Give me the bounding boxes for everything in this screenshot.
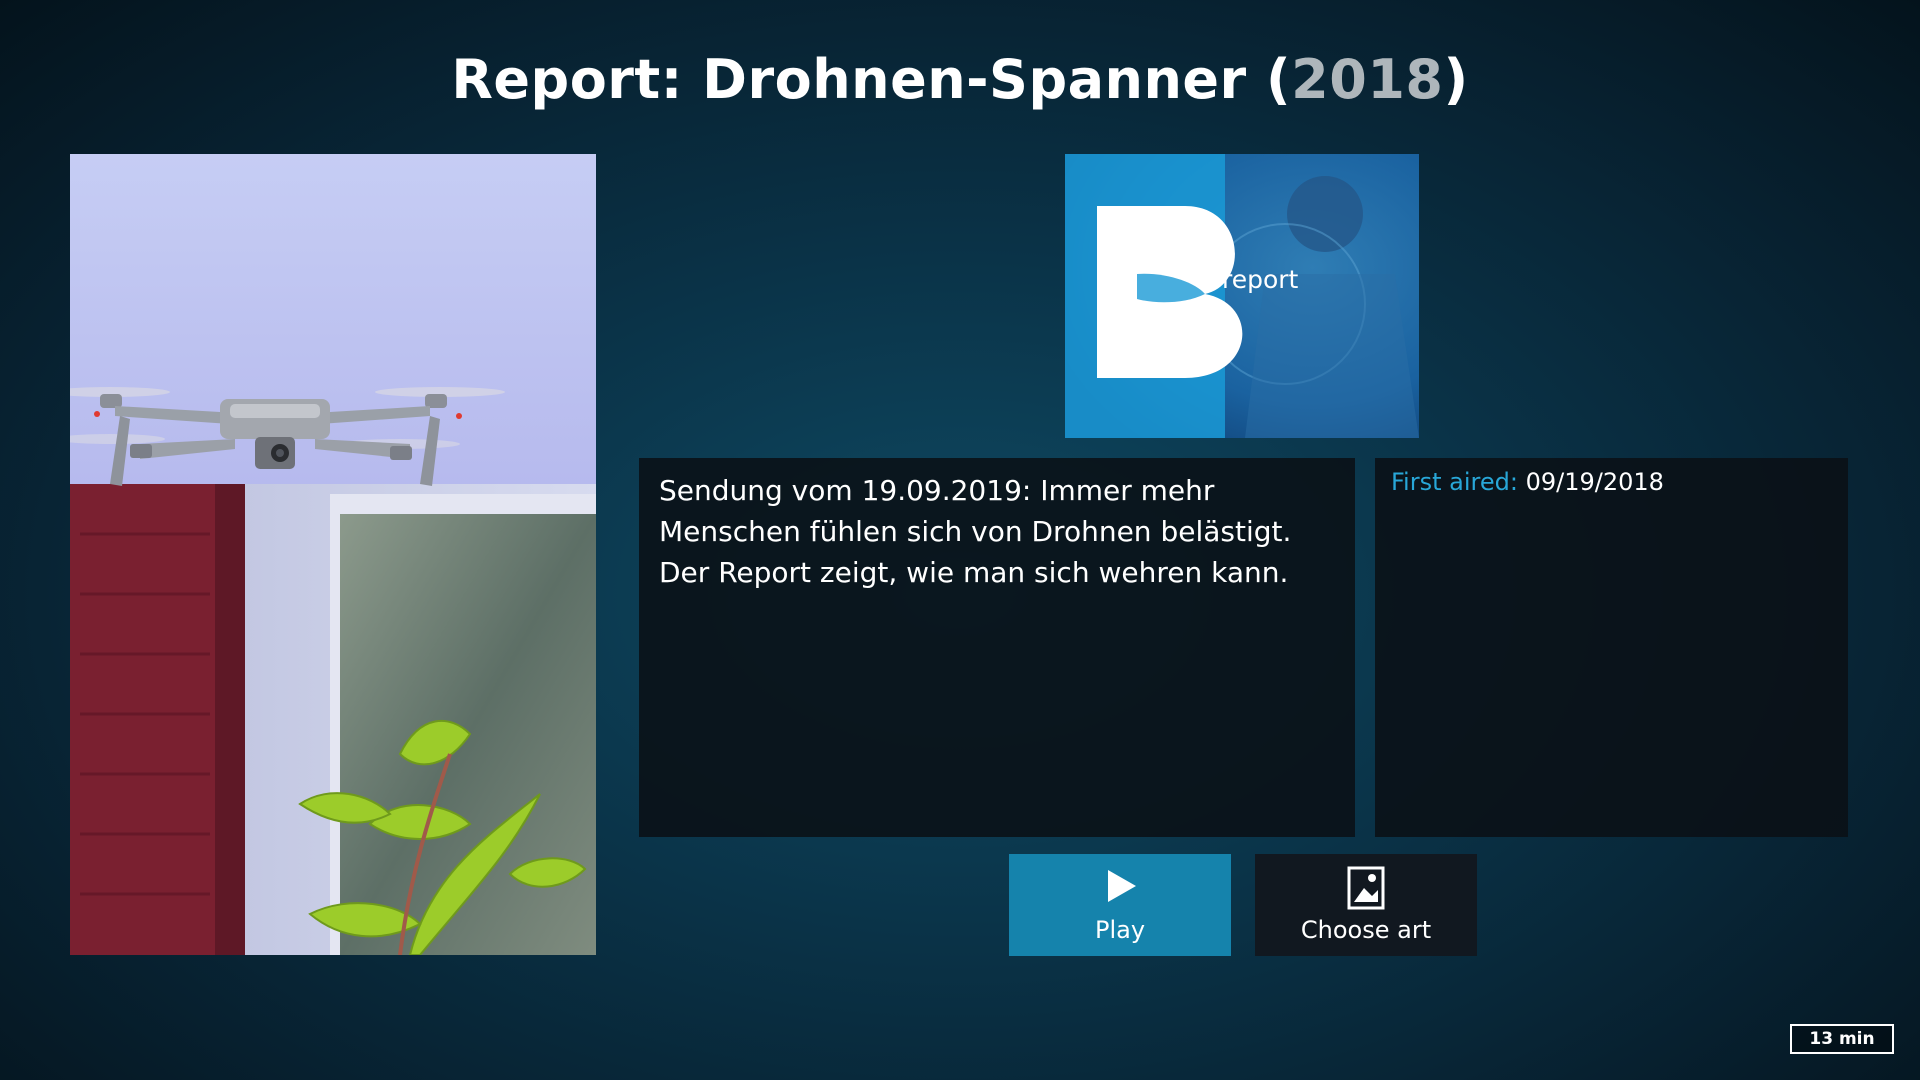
choose-art-button[interactable]: Choose art [1255,854,1477,956]
play-button-label: Play [1094,916,1146,944]
title-year: 2018 [1291,48,1444,111]
drone-photo [70,154,596,955]
banner-logo-text: report [1222,265,1299,294]
duration-badge: 13 min [1790,1024,1894,1054]
image-icon [1346,866,1386,916]
report-logo-banner: report [1065,154,1419,438]
first-aired-label: First aired: [1391,468,1518,496]
first-aired-value: 09/19/2018 [1525,468,1664,496]
title-text: Report: Drohnen-Spanner [451,48,1247,111]
show-banner: report [1065,154,1419,438]
plot-text: Sendung vom 19.09.2019: Immer mehr Mensc… [659,474,1292,589]
choose-art-button-label: Choose art [1300,916,1432,944]
play-icon [1100,866,1140,912]
info-panel: First aired: 09/19/2018 [1375,458,1848,837]
plot-panel: Sendung vom 19.09.2019: Immer mehr Mensc… [639,458,1355,837]
year-paren-close: ) [1443,48,1469,111]
play-button[interactable]: Play [1009,854,1231,956]
poster-image [70,154,596,955]
page-title: Report: Drohnen-Spanner (2018) [0,48,1920,111]
year-paren-open: ( [1246,48,1292,111]
